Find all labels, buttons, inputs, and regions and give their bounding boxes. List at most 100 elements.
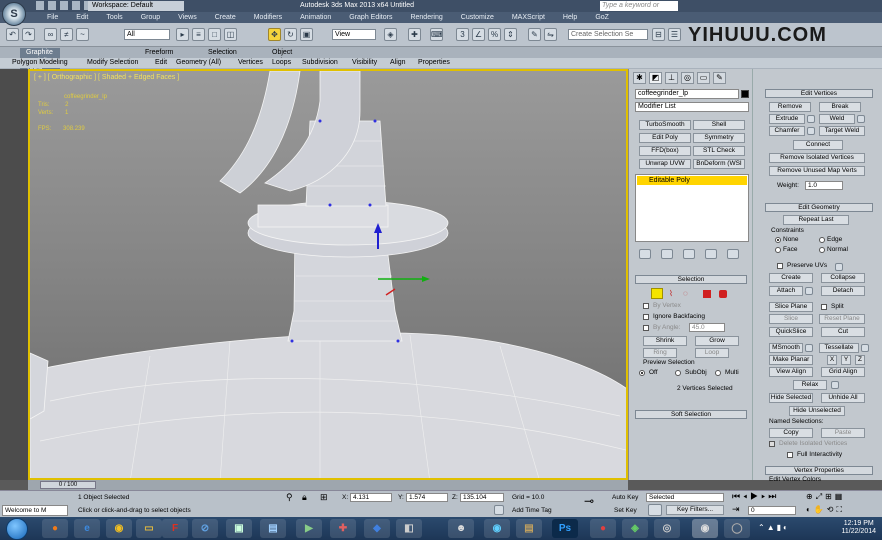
- configure-sets-icon[interactable]: [727, 249, 739, 259]
- pivot-center-icon[interactable]: ◈: [384, 28, 397, 41]
- symmetry-button[interactable]: Symmetry: [693, 133, 745, 143]
- menu-goz[interactable]: GoZ: [586, 12, 618, 23]
- ribbon-tab-freeform[interactable]: Freeform: [145, 48, 173, 57]
- remove-button[interactable]: Remove: [769, 102, 811, 112]
- by-angle-field[interactable]: 45.0: [689, 323, 725, 332]
- ribbon-polygon-modeling[interactable]: Polygon Modeling: [12, 58, 68, 68]
- menu-graph-editors[interactable]: Graph Editors: [340, 12, 401, 23]
- open-icon[interactable]: [48, 1, 56, 10]
- object-color-swatch[interactable]: [741, 90, 749, 98]
- app-icon-14[interactable]: ◉: [484, 519, 510, 538]
- select-scale-icon[interactable]: ▣: [300, 28, 313, 41]
- pin-stack-icon[interactable]: [639, 249, 651, 259]
- maxscript-listener[interactable]: Welcome to M: [2, 505, 68, 516]
- skype-icon[interactable]: ⊘: [192, 519, 218, 538]
- shell-button[interactable]: Shell: [693, 120, 745, 130]
- filezilla-icon[interactable]: F: [162, 519, 188, 538]
- viewport-nav-icons-row2[interactable]: ◐✋⟲⛶: [806, 506, 845, 514]
- unlink-icon[interactable]: ≠: [60, 28, 73, 41]
- vertex-mode-icon[interactable]: [651, 288, 663, 299]
- select-move-icon[interactable]: ✥: [268, 28, 281, 41]
- hide-selected-button[interactable]: Hide Selected: [769, 393, 813, 403]
- ribbon-tab-selection[interactable]: Selection: [208, 48, 237, 57]
- ribbon-vertices[interactable]: Vertices: [238, 58, 263, 68]
- attach-button[interactable]: Attach: [769, 286, 803, 296]
- undo-icon[interactable]: [72, 1, 80, 10]
- viewport-label[interactable]: [ + ] [ Orthographic ] [ Shaded + Edged …: [34, 74, 179, 81]
- system-clock[interactable]: 12:19 PM 11/22/2014: [841, 520, 876, 536]
- selection-filter-dropdown[interactable]: All: [124, 29, 170, 40]
- dropbox-icon[interactable]: ◆: [364, 519, 390, 538]
- msmooth-button[interactable]: MSmooth: [769, 343, 803, 353]
- menu-maxscript[interactable]: MAXScript: [503, 12, 554, 23]
- new-icon[interactable]: [36, 1, 44, 10]
- edge-mode-icon[interactable]: ⌇: [669, 289, 673, 298]
- weld-button[interactable]: Weld: [819, 114, 855, 124]
- rect-selection-icon[interactable]: □: [208, 28, 221, 41]
- search-input[interactable]: Type a keyword or phrase: [600, 1, 678, 19]
- stl-check-button[interactable]: STL Check: [693, 146, 745, 156]
- object-name-field[interactable]: coffeegrinder_lp: [635, 89, 739, 99]
- turbosmooth-button[interactable]: TurboSmooth: [639, 120, 691, 130]
- utilities-tab-icon[interactable]: ✎: [713, 72, 726, 84]
- key-mode-toggle-icon[interactable]: ⇥: [732, 505, 740, 514]
- constraint-none-radio[interactable]: [775, 237, 781, 243]
- target-weld-button[interactable]: Target Weld: [819, 126, 865, 136]
- chrome-icon[interactable]: ◉: [106, 519, 132, 538]
- relax-button[interactable]: Relax: [793, 380, 827, 390]
- photoshop-icon[interactable]: Ps: [552, 519, 578, 538]
- unwrap-uvw-button[interactable]: Unwrap UVW: [639, 159, 691, 169]
- preserve-uvs-checkbox[interactable]: [777, 263, 783, 269]
- quickslice-button[interactable]: QuickSlice: [769, 327, 813, 337]
- slice-plane-button[interactable]: Slice Plane: [769, 302, 813, 312]
- key-mode-dropdown[interactable]: Selected: [646, 493, 724, 502]
- remove-unused-map-verts-button[interactable]: Remove Unused Map Verts: [769, 166, 865, 176]
- keyboard-shortcut-override-icon[interactable]: ⌨: [430, 28, 443, 41]
- app-icon-7[interactable]: ▣: [226, 519, 252, 538]
- menu-file[interactable]: File: [38, 12, 67, 23]
- ribbon-edit[interactable]: Edit: [155, 58, 167, 68]
- planar-y-button[interactable]: Y: [841, 355, 851, 365]
- selection-lock-icon[interactable]: 🔒︎: [302, 493, 307, 502]
- hide-unselected-button[interactable]: Hide Unselected: [789, 406, 845, 416]
- collapse-button[interactable]: Collapse: [821, 273, 865, 283]
- edit-vertices-rollout-header[interactable]: Edit Vertices: [765, 89, 873, 98]
- app-icon-21[interactable]: ◯: [724, 519, 750, 538]
- window-crossing-icon[interactable]: ◫: [224, 28, 237, 41]
- x-coordinate-field[interactable]: 4.131: [350, 493, 392, 502]
- remove-isolated-vertices-button[interactable]: Remove Isolated Vertices: [769, 153, 865, 163]
- menu-views[interactable]: Views: [169, 12, 206, 23]
- ignore-backfacing-checkbox[interactable]: [643, 314, 649, 320]
- grid-align-button[interactable]: Grid Align: [821, 367, 865, 377]
- add-time-tag-button[interactable]: Add Time Tag: [512, 507, 552, 515]
- media-player-icon[interactable]: ▶: [296, 519, 322, 538]
- planar-x-button[interactable]: X: [827, 355, 837, 365]
- make-unique-icon[interactable]: [683, 249, 695, 259]
- start-button-icon[interactable]: [6, 518, 28, 540]
- loop-button[interactable]: Loop: [695, 348, 729, 358]
- firefox-icon[interactable]: ●: [42, 519, 68, 538]
- select-by-name-icon[interactable]: ≡: [192, 28, 205, 41]
- border-mode-icon[interactable]: ◌: [683, 289, 688, 298]
- copy-button[interactable]: Copy: [769, 428, 813, 438]
- show-end-result-icon[interactable]: [661, 249, 673, 259]
- ring-button[interactable]: Ring: [643, 348, 677, 358]
- auto-key-button[interactable]: Auto Key: [612, 494, 638, 502]
- key-icon[interactable]: ⊸: [584, 495, 594, 507]
- y-coordinate-field[interactable]: 1.574: [406, 493, 448, 502]
- ribbon-align[interactable]: Align: [390, 58, 406, 68]
- app-icon-17[interactable]: ●: [590, 519, 616, 538]
- redo-icon[interactable]: ↷: [22, 28, 35, 41]
- isolate-selection-icon[interactable]: ⚲: [286, 493, 293, 502]
- current-frame-field[interactable]: 0: [748, 506, 796, 515]
- extrude-button[interactable]: Extrude: [769, 114, 805, 124]
- unhide-all-button[interactable]: Unhide All: [821, 393, 865, 403]
- attach-settings-icon[interactable]: [805, 287, 813, 295]
- menu-customize[interactable]: Customize: [452, 12, 503, 23]
- percent-snap-icon[interactable]: %: [488, 28, 501, 41]
- modifier-list-dropdown[interactable]: Modifier List: [635, 102, 749, 112]
- element-mode-icon[interactable]: [719, 290, 727, 298]
- app-icon-13[interactable]: ☻: [448, 519, 474, 538]
- app-logo-icon[interactable]: S: [2, 2, 26, 26]
- explorer-icon[interactable]: ▭: [136, 519, 162, 538]
